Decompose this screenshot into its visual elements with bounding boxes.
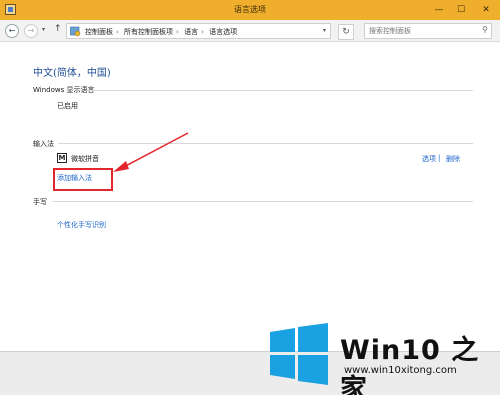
address-dropdown-button[interactable]: ▾ — [323, 27, 326, 34]
breadcrumb-path: 控制面板 › 所有控制面板项 › 语言 › 语言选项 — [85, 28, 238, 36]
window-title: 语言选项 — [234, 5, 266, 14]
close-button[interactable]: ✕ — [472, 0, 500, 20]
forward-button[interactable]: → — [24, 24, 38, 38]
breadcrumb[interactable]: 控制面板 › 所有控制面板项 › 语言 › 语言选项 — [66, 23, 331, 39]
handwriting-title: 手写 — [33, 198, 47, 206]
watermark-site: www.win10xitong.com — [344, 365, 457, 376]
search-box[interactable]: ⚲ — [364, 23, 492, 39]
display-language-status: 已启用 — [57, 102, 78, 110]
watermark-brand: Win10 之家 — [340, 335, 480, 395]
breadcrumb-item-language[interactable]: 语言 — [184, 28, 198, 36]
title-bar: 语言选项 — ☐ ✕ — [0, 0, 500, 20]
control-panel-icon — [70, 26, 81, 37]
up-button[interactable]: ↑ — [54, 24, 62, 34]
breadcrumb-item-language-options[interactable]: 语言选项 — [209, 28, 237, 36]
maximize-button[interactable]: ☐ — [450, 0, 472, 20]
breadcrumb-item-control-panel[interactable]: 控制面板 — [85, 28, 113, 36]
input-method-title: 输入法 — [33, 140, 54, 148]
minimize-button[interactable]: — — [428, 0, 450, 20]
back-button[interactable]: ← — [5, 24, 19, 38]
annotation-highlight-box — [53, 168, 113, 191]
ime-icon: M — [57, 153, 67, 163]
annotation-arrow — [113, 132, 189, 172]
refresh-button[interactable]: ↻ — [338, 24, 354, 40]
ime-remove-link[interactable]: 删除 — [446, 154, 460, 164]
ime-name: 微软拼音 — [71, 155, 99, 163]
windows-logo-icon — [270, 323, 328, 385]
ime-options-link[interactable]: 选项 — [422, 154, 436, 164]
recent-locations-dropdown[interactable]: ▾ — [42, 26, 45, 33]
breadcrumb-item-all-items[interactable]: 所有控制面板项 — [124, 28, 173, 36]
link-divider: | — [438, 154, 441, 162]
language-heading: 中文(简体，中国) — [33, 68, 111, 79]
section-divider — [52, 201, 473, 202]
section-divider — [86, 90, 473, 91]
personalize-handwriting-link[interactable]: 个性化手写识别 — [57, 220, 106, 230]
search-input[interactable] — [365, 24, 475, 38]
search-icon[interactable]: ⚲ — [482, 25, 488, 34]
